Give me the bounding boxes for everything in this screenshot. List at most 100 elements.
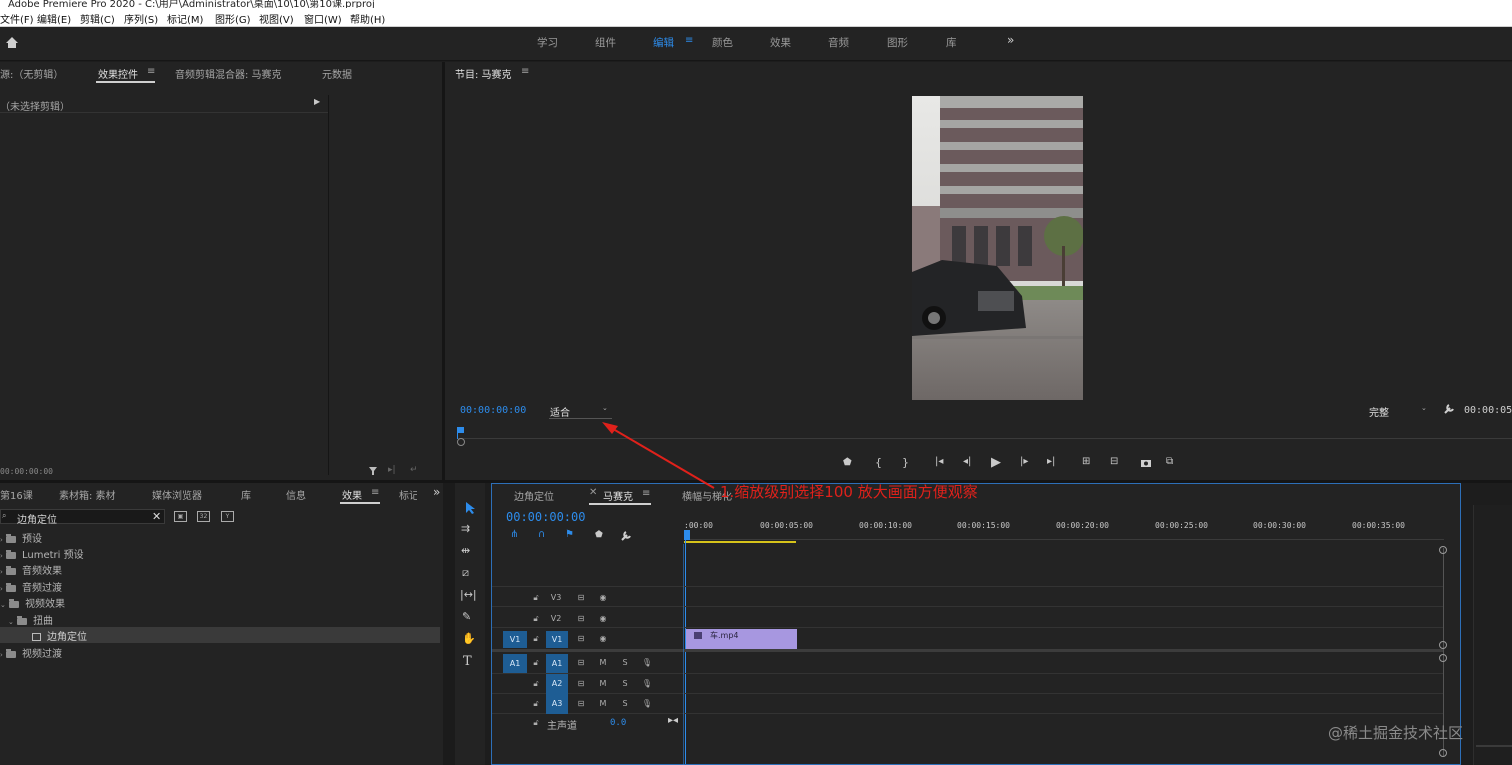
- workspace-assembly[interactable]: 组件: [595, 35, 616, 50]
- scrubber-playhead[interactable]: [457, 427, 464, 433]
- sync-lock-icon[interactable]: ⊟: [573, 612, 589, 626]
- yuv-effects-icon[interactable]: Y: [221, 511, 234, 522]
- tree-audio-effects[interactable]: › 音频效果: [0, 562, 62, 577]
- go-to-out-icon[interactable]: ▸|: [1047, 457, 1055, 467]
- nest-toggle-icon[interactable]: ⋔: [510, 530, 518, 540]
- microphone-icon[interactable]: 🎙︎: [639, 697, 655, 711]
- lock-icon[interactable]: 🔓︎: [528, 632, 544, 646]
- mark-out-icon[interactable]: }: [902, 457, 909, 468]
- sync-lock-icon[interactable]: ⊟: [573, 591, 589, 605]
- tab-project[interactable]: 第16课: [0, 487, 33, 502]
- program-monitor-title[interactable]: 节目: 马赛克: [455, 66, 512, 81]
- pen-tool-icon[interactable]: ✎: [462, 611, 471, 622]
- workspace-learn[interactable]: 学习: [537, 35, 558, 50]
- accelerated-effects-icon[interactable]: ▣: [174, 511, 187, 522]
- tab-markers[interactable]: 标记: [399, 487, 417, 502]
- type-tool-icon[interactable]: T: [463, 655, 472, 668]
- mute-button[interactable]: M: [595, 697, 611, 711]
- tree-corner-pin[interactable]: 边角定位: [32, 628, 87, 643]
- play-icon[interactable]: ▶: [991, 456, 1001, 469]
- sync-lock-icon[interactable]: ⊟: [573, 697, 589, 711]
- track-label[interactable]: V3: [548, 591, 564, 605]
- workspace-audio[interactable]: 音频: [828, 35, 849, 50]
- workspace-graphics[interactable]: 图形: [887, 35, 908, 50]
- solo-button[interactable]: S: [617, 656, 633, 670]
- menu-marker[interactable]: 标记(M): [167, 11, 203, 26]
- tab-audio-clip-mixer[interactable]: 音频剪辑混合器: 马赛克: [175, 66, 282, 81]
- expand-arrow-icon[interactable]: ▶: [314, 98, 320, 106]
- time-ruler[interactable]: :00:00 00:00:05:00 00:00:10:00 00:00:15:…: [684, 514, 1444, 544]
- lock-icon[interactable]: 🔓︎: [528, 612, 544, 626]
- go-to-in-icon[interactable]: |◂: [935, 457, 943, 467]
- menu-window[interactable]: 窗口(W): [304, 11, 342, 26]
- tree-audio-transitions[interactable]: › 音频过渡: [0, 579, 62, 594]
- timeline-playhead-handle[interactable]: [684, 530, 690, 540]
- timeline-marker-icon[interactable]: ⬟: [595, 531, 603, 540]
- tab-libraries[interactable]: 库: [241, 487, 251, 502]
- work-area-bar[interactable]: [684, 541, 796, 543]
- add-marker-icon[interactable]: ⬟: [843, 458, 852, 468]
- home-icon[interactable]: [5, 36, 19, 49]
- eye-icon[interactable]: ◉: [595, 591, 611, 605]
- track-select-tool-icon[interactable]: ⇉: [461, 523, 470, 534]
- sync-lock-icon[interactable]: ⊟: [573, 656, 589, 670]
- tree-presets[interactable]: › 预设: [0, 530, 42, 545]
- master-go-to-icon[interactable]: ▸◂: [668, 715, 678, 726]
- track-label[interactable]: A1: [546, 654, 568, 673]
- lift-icon[interactable]: ⊞: [1082, 457, 1090, 467]
- scroll-handle-mid[interactable]: [1439, 641, 1447, 649]
- linked-selection-icon[interactable]: ⚑: [565, 530, 574, 540]
- hand-tool-icon[interactable]: ✋: [462, 633, 476, 644]
- menu-graphics[interactable]: 图形(G): [215, 11, 251, 26]
- menu-help[interactable]: 帮助(H): [350, 11, 385, 26]
- tree-video-effects[interactable]: ⌄ 视频效果: [0, 595, 65, 610]
- workspace-color[interactable]: 颜色: [712, 35, 733, 50]
- 32bit-effects-icon[interactable]: 32: [197, 511, 210, 522]
- track-label[interactable]: V2: [548, 612, 564, 626]
- lock-icon[interactable]: 🔓︎: [528, 591, 544, 605]
- scroll-handle-bottom[interactable]: [1439, 749, 1447, 757]
- master-volume-value[interactable]: 0.0: [610, 718, 626, 728]
- microphone-icon[interactable]: 🎙︎: [639, 677, 655, 691]
- mute-button[interactable]: M: [595, 677, 611, 691]
- expand-chevron-icon[interactable]: ›: [0, 568, 3, 576]
- lock-icon[interactable]: 🔓︎: [528, 656, 544, 670]
- lock-icon[interactable]: 🔓︎: [528, 677, 544, 691]
- menu-file[interactable]: 文件(F): [0, 11, 34, 26]
- export-icon[interactable]: ▸|: [388, 466, 396, 475]
- workspace-libraries[interactable]: 库: [946, 35, 957, 50]
- eye-icon[interactable]: ◉: [595, 632, 611, 646]
- tabs-overflow-icon[interactable]: »: [433, 485, 440, 499]
- program-playhead-timecode[interactable]: 00:00:00:00: [460, 405, 526, 416]
- tree-video-transitions[interactable]: › 视频过渡: [0, 645, 62, 660]
- track-label[interactable]: A2: [546, 674, 568, 694]
- playback-resolution-select[interactable]: 完整: [1369, 404, 1389, 419]
- selection-tool-icon[interactable]: [463, 501, 477, 515]
- lock-icon[interactable]: 🔓︎: [528, 716, 544, 730]
- program-menu-icon[interactable]: ≡: [521, 66, 529, 77]
- timeline-clip[interactable]: 车.mp4: [686, 629, 797, 649]
- solo-button[interactable]: S: [617, 697, 633, 711]
- workspace-editing[interactable]: 编辑: [653, 35, 674, 50]
- tab-bin-footage[interactable]: 素材箱: 素材: [59, 487, 116, 502]
- mark-in-icon[interactable]: {: [875, 457, 882, 468]
- tab-effects[interactable]: 效果: [342, 487, 362, 502]
- razor-tool-icon[interactable]: ⧄: [462, 567, 469, 578]
- comparison-view-icon[interactable]: ⧉: [1166, 457, 1173, 467]
- extract-icon[interactable]: ⊟: [1110, 457, 1118, 467]
- source-patch-v1[interactable]: V1: [503, 631, 527, 648]
- workspace-effects[interactable]: 效果: [770, 35, 791, 50]
- expand-chevron-icon[interactable]: ›: [0, 651, 3, 659]
- scroll-handle-audio-top[interactable]: [1439, 654, 1447, 662]
- resolution-dropdown-chevron-icon[interactable]: ⌄: [1421, 405, 1427, 412]
- track-label[interactable]: A3: [546, 694, 568, 714]
- source-patch-a1[interactable]: A1: [503, 654, 527, 673]
- expand-chevron-icon[interactable]: ›: [0, 552, 3, 560]
- tab-effect-controls[interactable]: 效果控件: [98, 66, 138, 81]
- lock-icon[interactable]: 🔓︎: [528, 697, 544, 711]
- tab-source[interactable]: 源:（无剪辑）: [0, 66, 63, 81]
- tree-lumetri-presets[interactable]: › Lumetri 预设: [0, 546, 84, 561]
- tree-distort[interactable]: ⌄ 扭曲: [8, 612, 53, 627]
- clear-search-icon[interactable]: ✕: [152, 511, 161, 522]
- wrench-icon[interactable]: [1443, 403, 1455, 415]
